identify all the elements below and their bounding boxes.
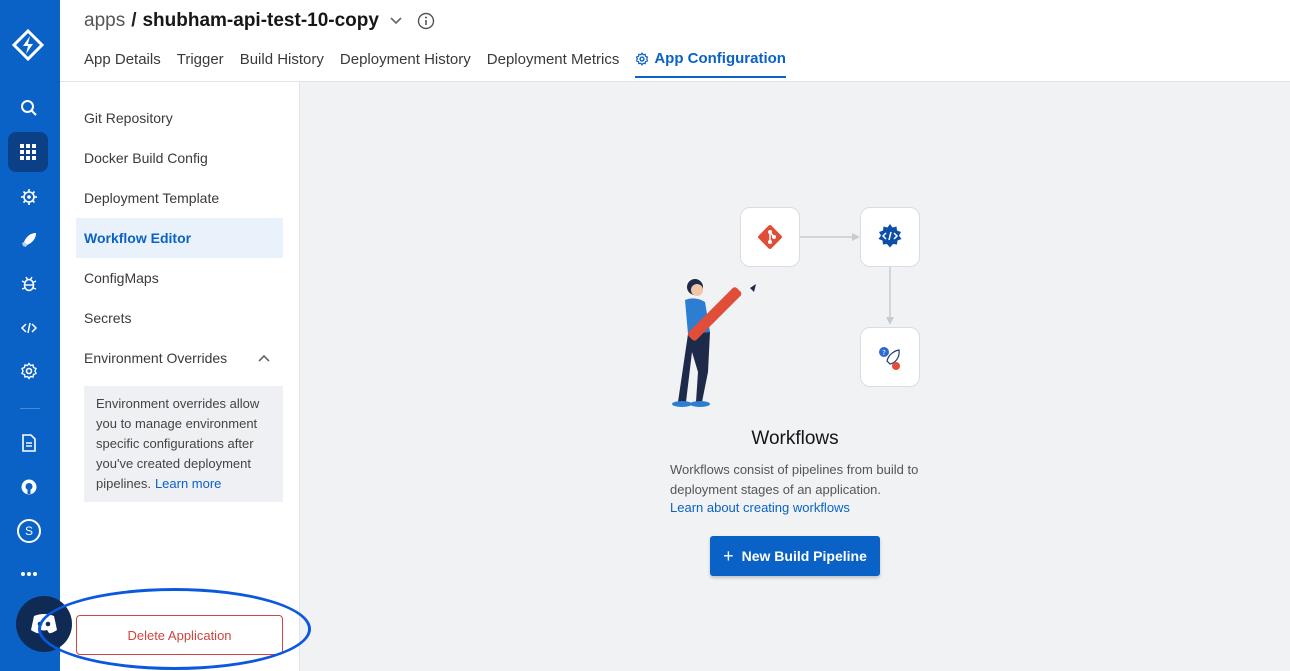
deploy-node: ? [860,327,920,387]
workflows-description: Workflows consist of pipelines from buil… [670,462,919,497]
tab-build-history[interactable]: Build History [240,50,324,78]
git-icon [758,225,782,249]
new-build-pipeline-button[interactable]: + New Build Pipeline [710,536,880,576]
app-name: shubham-api-test-10-copy [142,10,379,31]
environment-overrides-info: Environment overrides allow you to manag… [84,386,283,502]
more-icon[interactable] [14,559,44,589]
logo-icon[interactable] [11,28,45,62]
tab-app-configuration-label: App Configuration [654,50,786,67]
person-with-pencil-illustration [672,279,756,407]
avatar[interactable]: S [14,516,44,546]
info-icon[interactable] [417,12,435,30]
tab-trigger[interactable]: Trigger [177,50,224,78]
tab-app-configuration[interactable]: App Configuration [635,50,786,78]
new-build-pipeline-label: New Build Pipeline [741,548,867,564]
chart-store-icon[interactable] [14,182,44,212]
sidebar-item-configmaps[interactable]: ConfigMaps [76,258,283,298]
sidebar-item-docker-build-config[interactable]: Docker Build Config [76,138,283,178]
security-bug-icon[interactable] [14,269,44,299]
chevron-up-icon [258,354,270,362]
plus-icon: + [723,545,734,566]
learn-about-workflows-link[interactable]: Learn about creating workflows [670,500,850,515]
deploy-rocket-icon: ? [879,347,900,370]
tab-bar: App Details Trigger Build History Deploy… [84,50,802,78]
breadcrumb-apps-link[interactable]: apps [84,10,125,32]
sidebar-item-deployment-template[interactable]: Deployment Template [76,178,283,218]
sidebar-item-environment-overrides[interactable]: Environment Overrides [76,338,283,378]
workflows-title: Workflows [751,428,839,449]
environment-overrides-label: Environment Overrides [84,350,228,366]
workflow-editor-panel: ? Workflows Workflows consist of pipelin… [300,82,1290,671]
learn-more-link[interactable]: Learn more [155,476,221,491]
left-rail: S [0,0,60,671]
tab-app-details[interactable]: App Details [84,50,161,78]
settings-icon[interactable] [14,356,44,386]
delete-application-button[interactable]: Delete Application [76,615,283,655]
apps-grid-icon[interactable] [8,132,48,172]
git-node [740,207,800,267]
workflow-connectors [800,233,894,325]
app-header: apps / shubham-api-test-10-copy App Deta… [60,0,1290,82]
tab-deployment-metrics[interactable]: Deployment Metrics [487,50,620,78]
gear-icon [636,51,649,66]
rail-divider [20,408,40,409]
config-sidebar: Git Repository Docker Build Config Deplo… [60,82,300,671]
breadcrumb-separator: / [131,10,137,31]
code-gear-icon [878,224,902,248]
chat-icon[interactable] [16,596,72,652]
code-icon[interactable] [14,313,44,343]
tab-deployment-history[interactable]: Deployment History [340,50,471,78]
docs-icon[interactable] [14,428,44,458]
build-node [860,207,920,267]
sidebar-item-git-repository[interactable]: Git Repository [76,98,283,138]
github-icon[interactable] [14,472,44,502]
deploy-rocket-icon[interactable] [14,225,44,255]
search-icon[interactable] [14,93,44,123]
svg-text:?: ? [882,349,886,357]
sidebar-item-secrets[interactable]: Secrets [76,298,283,338]
chevron-down-icon[interactable] [389,16,403,26]
breadcrumb: apps / shubham-api-test-10-copy [84,10,435,32]
sidebar-item-workflow-editor[interactable]: Workflow Editor [76,218,283,258]
